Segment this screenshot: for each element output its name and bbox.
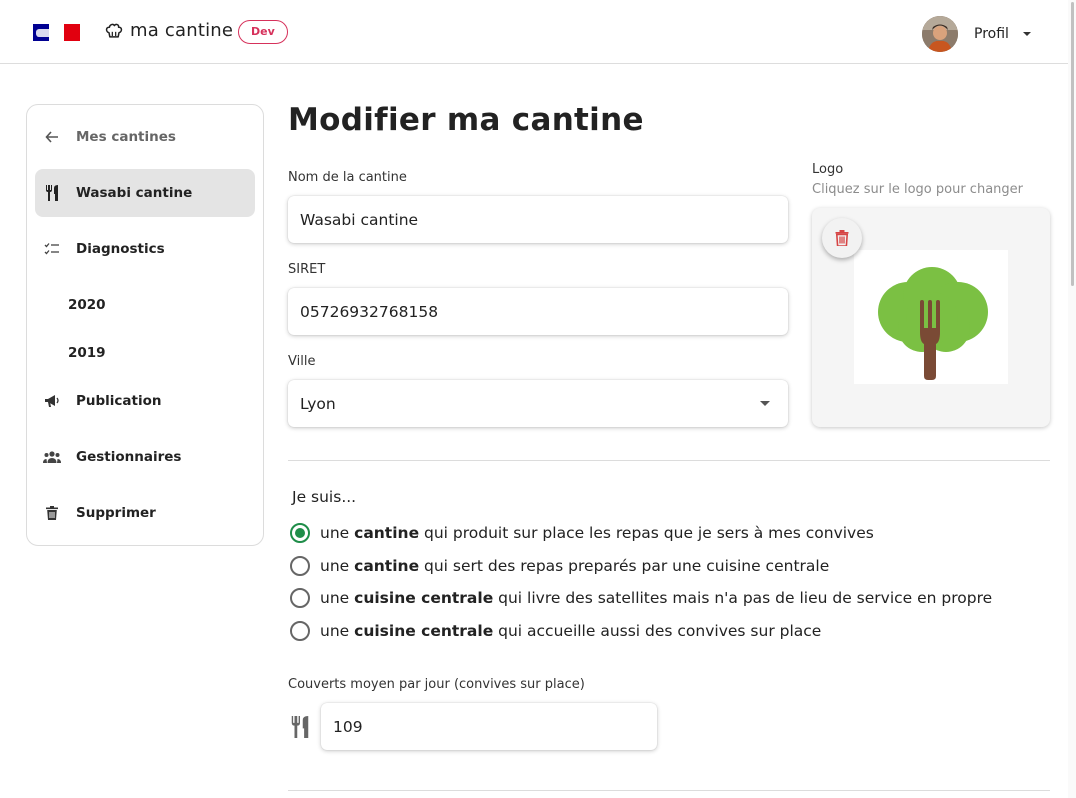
- logo-upload-card[interactable]: [812, 208, 1050, 427]
- sidebar-item-label: Diagnostics: [76, 241, 165, 257]
- cantine-type-option[interactable]: une cantine qui sert des repas preparés …: [290, 554, 829, 578]
- environment-badge: Dev: [238, 20, 288, 44]
- radio-button[interactable]: [290, 621, 310, 641]
- sidebar-item-label: Wasabi cantine: [76, 185, 193, 201]
- option-label: une cantine qui produit sur place les re…: [320, 524, 874, 542]
- back-label: Mes cantines: [76, 129, 176, 145]
- checklist-icon: [43, 240, 61, 258]
- siret-field-label: SIRET: [288, 262, 326, 277]
- city-field-label: Ville: [288, 354, 316, 369]
- chevron-down-icon: [1022, 32, 1031, 36]
- sidebar-item-label: Publication: [76, 393, 162, 409]
- radio-button[interactable]: [290, 523, 310, 543]
- sidebar-item-diagnostics[interactable]: Diagnostics: [35, 225, 255, 273]
- chevron-down-icon[interactable]: [760, 401, 770, 406]
- name-field[interactable]: [288, 196, 788, 243]
- profile-menu[interactable]: Profil: [922, 16, 1031, 52]
- sidebar: Mes cantines Wasabi cantine Diagnostics …: [26, 104, 264, 546]
- name-input[interactable]: [300, 210, 760, 229]
- sidebar-item-diagnostic-2019[interactable]: 2019: [68, 345, 106, 361]
- sidebar-item-label: Gestionnaires: [76, 449, 182, 465]
- siret-input[interactable]: [300, 302, 760, 321]
- sidebar-item-publication[interactable]: Publication: [35, 377, 255, 425]
- cantine-type-option[interactable]: une cuisine centrale qui livre des satel…: [290, 586, 992, 610]
- logo-hint: Cliquez sur le logo pour changer: [812, 182, 1023, 197]
- top-header: ma cantine Dev Profil: [0, 0, 1076, 64]
- option-label: une cuisine centrale qui livre des satel…: [320, 589, 993, 607]
- cantine-type-question: Je suis...: [292, 488, 357, 506]
- trash-icon: [43, 504, 61, 522]
- sidebar-item-label: Supprimer: [76, 505, 156, 521]
- cantine-type-option[interactable]: une cuisine centrale qui accueille aussi…: [290, 619, 821, 643]
- scrollbar-thumb[interactable]: [1071, 2, 1074, 286]
- city-select[interactable]: [288, 380, 788, 427]
- arrow-left-icon: [43, 128, 61, 146]
- logo-label: Logo: [812, 162, 844, 177]
- sidebar-item-diagnostic-2020[interactable]: 2020: [68, 297, 106, 313]
- avatar: [922, 16, 958, 52]
- delete-logo-button[interactable]: [822, 218, 862, 258]
- option-label: une cuisine centrale qui accueille aussi…: [320, 622, 822, 640]
- megaphone-icon: [43, 392, 61, 410]
- radio-button[interactable]: [290, 556, 310, 576]
- daily-covers-input[interactable]: [333, 717, 633, 736]
- section-divider: [288, 460, 1050, 461]
- page-title: Modifier ma cantine: [288, 102, 644, 138]
- utensils-icon: [43, 184, 61, 202]
- utensils-icon: [290, 716, 310, 742]
- daily-covers-field[interactable]: [321, 703, 657, 750]
- brand-link[interactable]: ma cantine: [104, 20, 233, 41]
- brand-name: ma cantine: [130, 20, 234, 41]
- sidebar-item-cantine[interactable]: Wasabi cantine: [35, 169, 255, 217]
- radio-button[interactable]: [290, 588, 310, 608]
- name-field-label: Nom de la cantine: [288, 170, 407, 185]
- cantine-logo-image[interactable]: [854, 250, 1008, 384]
- daily-covers-label: Couverts moyen par jour (convives sur pl…: [288, 677, 585, 692]
- section-divider: [288, 790, 1050, 791]
- siret-field[interactable]: [288, 288, 788, 335]
- cantine-type-option[interactable]: une cantine qui produit sur place les re…: [290, 521, 874, 545]
- sidebar-item-gestionnaires[interactable]: Gestionnaires: [35, 433, 255, 481]
- trash-icon: [835, 230, 849, 246]
- city-input[interactable]: [300, 394, 760, 413]
- people-icon: [43, 448, 61, 466]
- sidebar-item-supprimer[interactable]: Supprimer: [35, 489, 255, 537]
- profile-label: Profil: [974, 26, 1009, 42]
- back-to-cantines-link[interactable]: Mes cantines: [35, 113, 255, 161]
- option-label: une cantine qui sert des repas preparés …: [320, 557, 830, 575]
- chef-hat-icon: [105, 23, 123, 38]
- republique-francaise-logo[interactable]: [33, 24, 80, 41]
